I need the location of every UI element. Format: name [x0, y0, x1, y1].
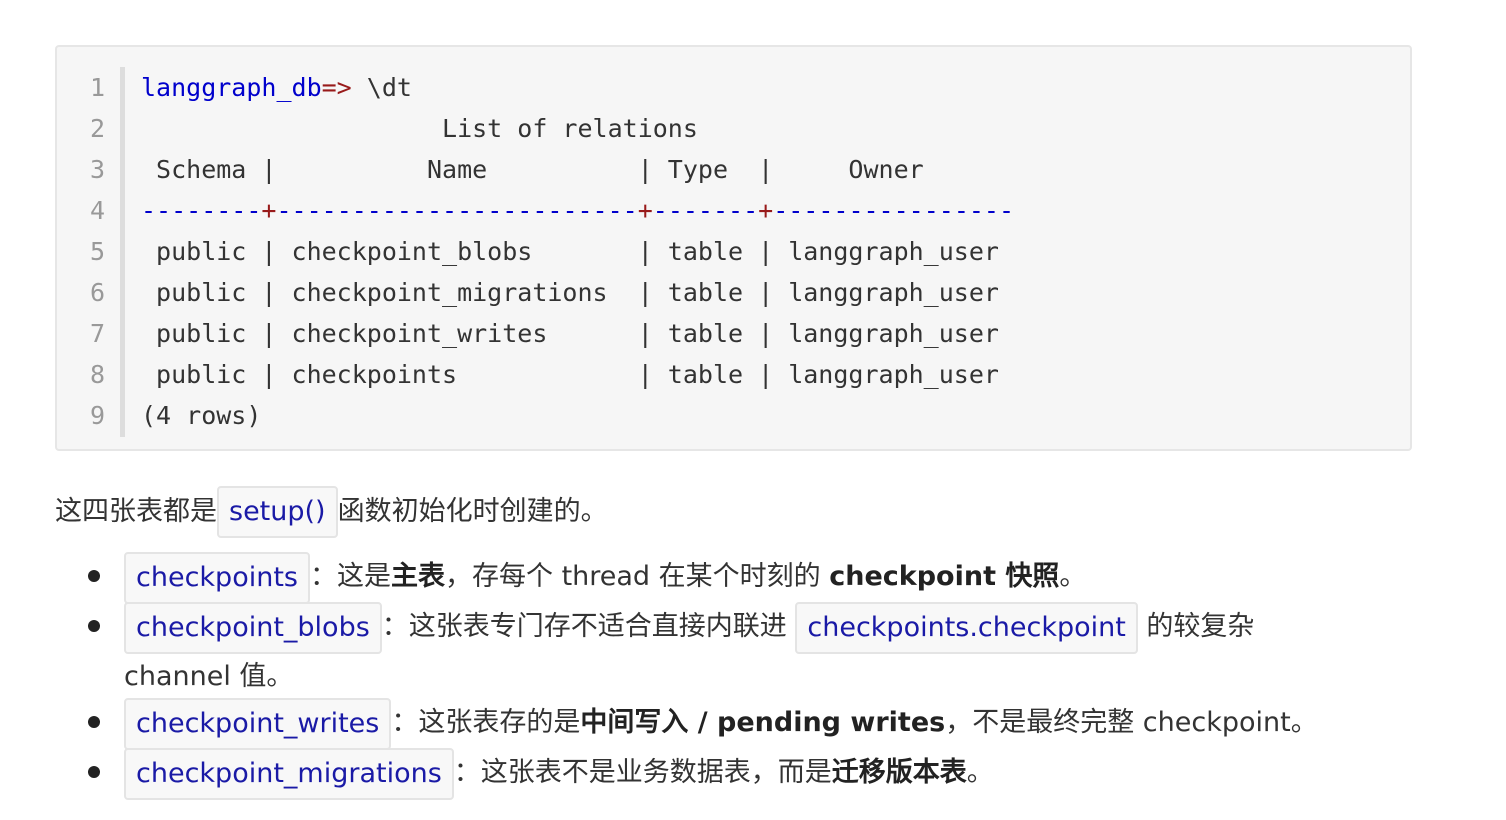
item-text: ，不是最终完整 checkpoint。 — [945, 707, 1318, 738]
prompt-operator: => — [321, 73, 352, 102]
line-number: 6 — [89, 278, 105, 307]
inline-code: checkpoint_migrations — [124, 748, 454, 800]
list-item: checkpoint_migrations ：这张表不是业务数据表，而是迁移版本表… — [78, 748, 1478, 800]
code-line-9: (4 rows) — [141, 401, 262, 430]
inline-code: checkpoint_blobs — [124, 602, 382, 654]
separator-plus: + — [637, 196, 653, 225]
line-number: 8 — [89, 360, 105, 389]
inline-code: checkpoints.checkpoint — [795, 602, 1138, 654]
item-bold-text: checkpoint 快照 — [829, 561, 1060, 592]
item-text: ：这张表存的是 — [391, 707, 581, 738]
separator-segment: -------- — [141, 196, 262, 225]
item-bold-text: 中间写入 / pending writes — [580, 707, 946, 738]
db-prompt: langgraph_db — [141, 73, 322, 102]
bullet-dot — [88, 766, 100, 778]
line-number: 1 — [89, 73, 105, 102]
item-text: ：这是 — [309, 561, 391, 592]
bullet-dot — [88, 570, 100, 582]
separator-plus: + — [758, 196, 774, 225]
paragraph-text: 这四张表都是 — [55, 496, 217, 527]
gutter-divider — [120, 67, 125, 437]
item-text: ：这张表专门存不适合直接内联进 — [381, 611, 796, 642]
line-number: 4 — [89, 196, 105, 225]
code-line-5: public | checkpoint_blobs | table | lang… — [141, 237, 999, 266]
code-line-8: public | checkpoints | table | langgraph… — [141, 360, 999, 389]
separator-segment: ------------------------ — [276, 196, 638, 225]
item-bold-text: 主表 — [390, 561, 445, 592]
code-line-2: List of relations — [141, 114, 698, 143]
intro-paragraph: 这四张表都是 setup() 函数初始化时创建的。 — [55, 486, 608, 538]
inline-code-setup: setup() — [217, 486, 338, 538]
line-number: 2 — [89, 114, 105, 143]
code-line-4: --------+------------------------+------… — [141, 190, 1014, 231]
line-number: 9 — [89, 401, 105, 430]
item-text: 。 — [1059, 561, 1087, 592]
code-line-3: Schema | Name | Type | Owner — [141, 155, 924, 184]
bullet-dot — [88, 620, 100, 632]
separator-segment: ---------------- — [773, 196, 1015, 225]
line-number: 5 — [89, 237, 105, 266]
code-line-6: public | checkpoint_migrations | table |… — [141, 278, 999, 307]
code-line-1: langgraph_db=> \dt — [141, 67, 412, 108]
command-text: \dt — [351, 73, 412, 102]
table-description-list: checkpoints ：这是主表，存每个 thread 在某个时刻的 check… — [78, 552, 1478, 800]
inline-code: checkpoint_writes — [124, 698, 392, 750]
list-item: checkpoints ：这是主表，存每个 thread 在某个时刻的 check… — [78, 552, 1478, 604]
list-item: checkpoint_writes ：这张表存的是中间写入 / pending w… — [78, 698, 1478, 750]
bullet-dot — [88, 716, 100, 728]
item-text: ：这张表不是业务数据表，而是 — [453, 757, 832, 788]
code-line-7: public | checkpoint_writes | table | lan… — [141, 319, 999, 348]
item-text: 。 — [966, 757, 994, 788]
line-number: 7 — [89, 319, 105, 348]
paragraph-text: 函数初始化时创建的。 — [337, 496, 608, 527]
item-text: ，存每个 thread 在某个时刻的 — [444, 561, 830, 592]
separator-segment: ------- — [652, 196, 759, 225]
code-block: 1 2 3 4 5 6 7 8 9 langgraph_db=> \dt Lis… — [55, 45, 1412, 451]
item-bold-text: 迁移版本表 — [831, 757, 967, 788]
list-item: checkpoint_blobs ：这张表专门存不适合直接内联进 checkpoi… — [78, 602, 1324, 700]
separator-plus: + — [261, 196, 277, 225]
line-number: 3 — [89, 155, 105, 184]
inline-code: checkpoints — [124, 552, 310, 604]
